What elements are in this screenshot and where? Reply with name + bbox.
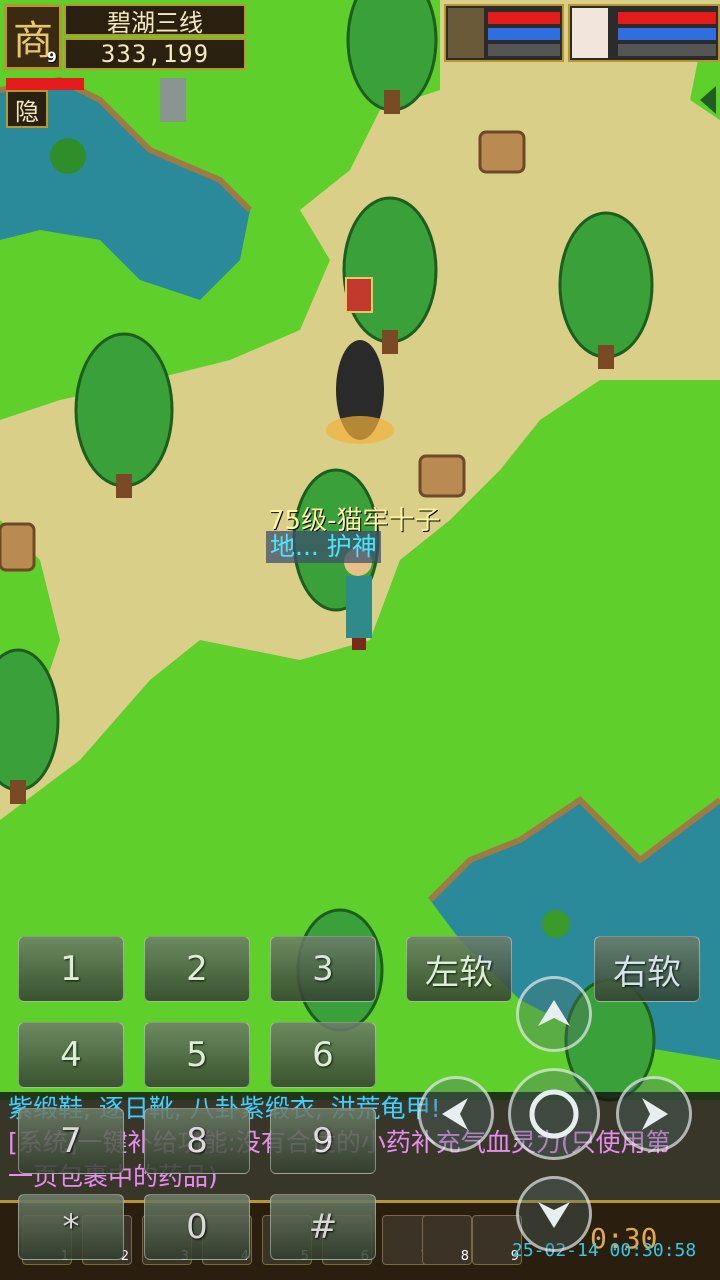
- key-3[interactable]: 3: [270, 936, 376, 1002]
- key-7[interactable]: 7: [18, 1108, 124, 1174]
- pet-avatar: [448, 8, 484, 58]
- pet-mp-bar: [488, 28, 560, 40]
- key-9[interactable]: 9: [270, 1108, 376, 1174]
- key-star[interactable]: *: [18, 1194, 124, 1260]
- game-map[interactable]: [0, 0, 720, 1280]
- key-4[interactable]: 4: [18, 1022, 124, 1088]
- dpad-left-button[interactable]: [418, 1076, 494, 1152]
- arrow-up-icon: [538, 1000, 570, 1026]
- arrow-right-icon: [642, 1098, 668, 1130]
- arrow-down-icon: [538, 1202, 570, 1228]
- key-hash[interactable]: #: [270, 1194, 376, 1260]
- dpad-right-button[interactable]: [616, 1076, 692, 1152]
- character-frame[interactable]: [568, 4, 720, 62]
- character-avatar: [572, 8, 608, 58]
- key-1[interactable]: 1: [18, 936, 124, 1002]
- pet-exp-bar: [488, 44, 560, 56]
- dpad-down-button[interactable]: [516, 1176, 592, 1252]
- circle-icon: [529, 1089, 579, 1139]
- dpad-up-button[interactable]: [516, 976, 592, 1052]
- key-8[interactable]: 8: [144, 1108, 250, 1174]
- left-soft-key[interactable]: 左软: [406, 936, 512, 1002]
- character-mp-bar: [618, 28, 716, 40]
- pet-frame[interactable]: [444, 4, 564, 62]
- player-level: 9: [47, 50, 57, 66]
- key-2[interactable]: 2: [144, 936, 250, 1002]
- dpad-center-button[interactable]: [508, 1068, 600, 1160]
- pet-hp-bar: [488, 12, 560, 24]
- right-soft-key[interactable]: 右软: [594, 936, 700, 1002]
- key-0[interactable]: 0: [144, 1194, 250, 1260]
- arrow-left-icon: [442, 1098, 468, 1130]
- key-5[interactable]: 5: [144, 1022, 250, 1088]
- npc-role: 地... 护神: [266, 531, 381, 563]
- server-name: 碧湖三线: [64, 4, 246, 37]
- character-exp-bar: [618, 44, 716, 56]
- skill-slot[interactable]: 8: [422, 1215, 472, 1265]
- key-6[interactable]: 6: [270, 1022, 376, 1088]
- hide-button[interactable]: 隐: [6, 90, 48, 128]
- gold-amount: 333,199: [64, 38, 246, 70]
- player-hp-bar: [6, 78, 84, 90]
- character-hp-bar: [618, 12, 716, 24]
